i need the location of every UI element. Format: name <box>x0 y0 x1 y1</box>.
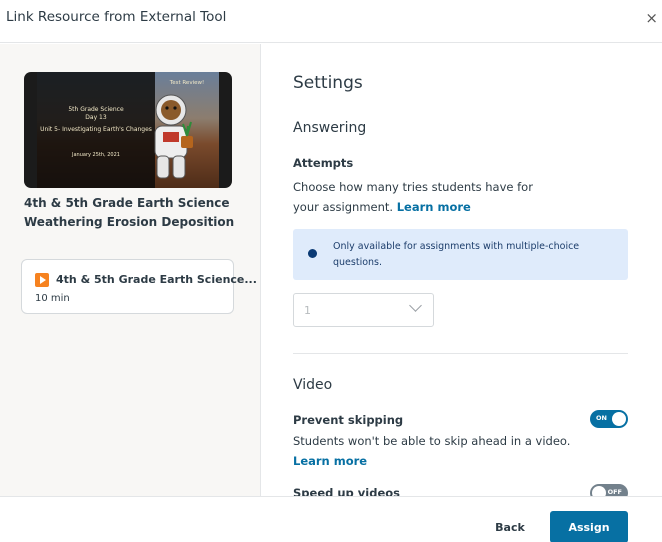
thumbnail-date: January 25th, 2021 <box>72 152 120 158</box>
toggle-state-label: ON <box>596 414 607 422</box>
attempts-description: Choose how many tries students have for … <box>293 180 533 214</box>
attempts-label: Attempts <box>293 156 354 170</box>
attempts-learn-more-link[interactable]: Learn more <box>397 200 471 214</box>
speed-up-label: Speed up videos <box>293 486 400 496</box>
settings-heading: Settings <box>293 73 363 93</box>
thumbnail-line-1: 5th Grade Science Day 13 <box>68 106 124 121</box>
thumbnail-image: Test Review! 5th Grade Science Day 13 Un… <box>37 72 219 188</box>
prevent-skipping-toggle[interactable]: ON <box>590 410 628 428</box>
thumbnail-badge: Test Review! <box>169 80 205 86</box>
info-icon <box>308 249 317 258</box>
toggle-knob <box>612 412 626 426</box>
prevent-skipping-learn-more-link[interactable]: Learn more <box>293 454 367 468</box>
video-thumbnail[interactable]: Test Review! 5th Grade Science Day 13 Un… <box>24 72 232 188</box>
resource-title: 4th & 5th Grade Earth Science Weathering… <box>24 196 235 229</box>
info-banner: Only available for assignments with mult… <box>293 229 628 280</box>
attempts-select[interactable]: 1 <box>293 293 434 327</box>
play-icon <box>35 273 49 287</box>
dialog-header: Link Resource from External Tool × <box>0 0 662 43</box>
assign-button[interactable]: Assign <box>550 511 628 542</box>
answering-heading: Answering <box>293 120 367 136</box>
dialog-footer: Back Assign <box>0 496 662 542</box>
toggle-state-label: OFF <box>607 488 622 496</box>
toggle-knob <box>592 486 606 496</box>
resource-panel: Test Review! 5th Grade Science Day 13 Un… <box>0 44 261 496</box>
astronaut-illustration <box>154 94 193 179</box>
video-heading: Video <box>293 377 333 393</box>
speed-up-toggle[interactable]: OFF <box>590 484 628 496</box>
chevron-down-icon <box>409 299 422 312</box>
video-card-title: 4th & 5th Grade Earth Science... <box>56 273 257 286</box>
close-icon[interactable]: × <box>645 9 658 27</box>
video-card[interactable]: 4th & 5th Grade Earth Science... 10 min <box>21 259 257 314</box>
attempts-value: 1 <box>304 304 311 317</box>
section-divider <box>293 353 628 354</box>
thumbnail-line-3: Unit 5- Investigating Earth's Changes <box>40 126 152 133</box>
back-button[interactable]: Back <box>485 511 535 542</box>
settings-panel: Settings Answering Attempts Choose how m… <box>262 44 662 496</box>
prevent-skipping-label: Prevent skipping <box>293 413 404 427</box>
dialog-title: Link Resource from External Tool <box>6 9 227 25</box>
video-duration: 10 min <box>35 293 70 304</box>
prevent-skipping-description: Students won't be able to skip ahead in … <box>293 434 571 468</box>
info-text: Only available for assignments with mult… <box>333 241 580 268</box>
